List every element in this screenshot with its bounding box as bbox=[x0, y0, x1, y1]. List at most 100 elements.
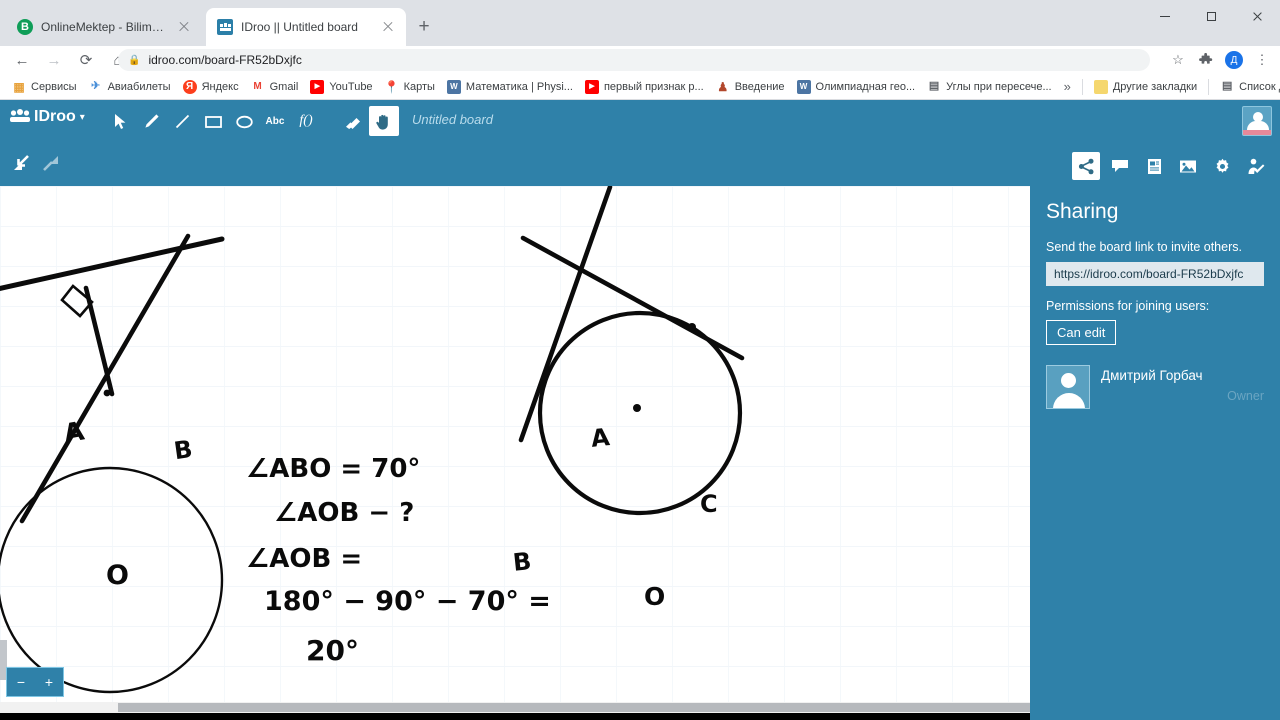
vk-icon: W bbox=[446, 79, 461, 94]
user-info: Дмитрий Горбач Owner bbox=[1101, 365, 1264, 403]
bookmark-label: Математика | Physi... bbox=[465, 80, 573, 93]
tab-title: OnlineMektep - BilimLand bbox=[41, 20, 168, 34]
youtube-icon: ▶ bbox=[310, 79, 325, 94]
divider bbox=[1081, 78, 1083, 95]
whiteboard-drawing bbox=[0, 186, 745, 694]
bookmark-label: Другие закладки bbox=[1112, 80, 1198, 93]
presenter-icon[interactable] bbox=[1242, 152, 1270, 180]
browser-tab-bilimland[interactable]: B OnlineMektep - BilimLand bbox=[6, 8, 202, 46]
list-item: Дмитрий Горбач Owner bbox=[1046, 365, 1264, 409]
annotation-line-1: ∠ABO = 70° bbox=[246, 454, 421, 484]
bookmark-yandex[interactable]: Я Яндекс bbox=[177, 78, 245, 96]
three-dot-menu-icon[interactable]: ⋮ bbox=[1250, 49, 1274, 71]
annotation-line-3: ∠AOB = bbox=[246, 544, 363, 574]
collapse-down-left-icon[interactable] bbox=[8, 150, 34, 176]
bookmark-servisy[interactable]: ▦ Сервисы bbox=[6, 78, 83, 96]
left-figure bbox=[0, 233, 225, 694]
share-icon[interactable] bbox=[1072, 152, 1100, 180]
zoom-out-button[interactable]: − bbox=[9, 674, 33, 690]
settings-gear-icon[interactable] bbox=[1208, 152, 1236, 180]
minimize-icon[interactable] bbox=[1142, 0, 1188, 32]
bookmark-youtube[interactable]: ▶ YouTube bbox=[304, 78, 378, 96]
document-icon[interactable] bbox=[1140, 152, 1168, 180]
close-icon[interactable] bbox=[1234, 0, 1280, 32]
function-icon: f() bbox=[299, 113, 313, 128]
browser-window: B OnlineMektep - BilimLand IDroo || Unti… bbox=[0, 0, 1280, 720]
yandex-icon: Я bbox=[182, 79, 197, 94]
bookmark-label: Сервисы bbox=[31, 80, 77, 93]
label-right-O: O bbox=[644, 582, 666, 611]
ellipse-tool[interactable] bbox=[229, 106, 259, 136]
window-controls bbox=[1142, 0, 1280, 32]
bookmark-vvedenie[interactable]: ♟ Введение bbox=[710, 78, 791, 96]
reload-icon[interactable]: ⟳ bbox=[72, 46, 100, 74]
chat-icon[interactable] bbox=[1106, 152, 1134, 180]
forward-arrow-icon[interactable]: → bbox=[40, 46, 68, 74]
board-action-icons bbox=[1072, 152, 1270, 180]
zoom-controls: − + bbox=[6, 667, 64, 697]
rectangle-tool[interactable] bbox=[198, 106, 228, 136]
board-link-field[interactable]: https://idroo.com/board-FR52bDxjfc bbox=[1046, 262, 1264, 286]
idroo-people-icon bbox=[10, 108, 30, 126]
profile-avatar[interactable]: Д bbox=[1222, 49, 1246, 71]
reading-list-icon: ▤ bbox=[1221, 80, 1233, 92]
permissions-dropdown[interactable]: Can edit bbox=[1046, 320, 1117, 345]
label-right-B: B bbox=[511, 547, 533, 577]
bookmark-label: Карты bbox=[403, 80, 435, 93]
star-icon[interactable]: ☆ bbox=[1166, 49, 1190, 71]
address-bar[interactable]: 🔒 idroo.com/board-FR52bDxjfc bbox=[118, 49, 1150, 71]
site-icon: ♟ bbox=[717, 79, 729, 94]
annotation-line-5: 20° bbox=[306, 634, 359, 667]
drawing-tools: Abc f() bbox=[105, 100, 399, 142]
bookmark-label: Яндекс bbox=[201, 80, 239, 93]
bookmark-karty[interactable]: 📍 Карты bbox=[379, 78, 441, 96]
bookmark-ugly-pri-peresech[interactable]: ▤ Углы при пересече... bbox=[921, 78, 1058, 96]
avatar-band bbox=[1243, 130, 1271, 135]
abc-text-icon: Abc bbox=[265, 115, 285, 127]
pan-tool[interactable] bbox=[369, 106, 399, 136]
new-tab-button[interactable]: + bbox=[412, 16, 436, 40]
other-bookmarks-folder[interactable]: Другие закладки bbox=[1088, 78, 1203, 96]
puzzle-icon[interactable] bbox=[1194, 49, 1218, 71]
user-avatar-icon[interactable] bbox=[1242, 106, 1272, 136]
profile-initial: Д bbox=[1225, 51, 1243, 69]
line-tool[interactable] bbox=[167, 106, 197, 136]
maps-pin-icon: 📍 bbox=[384, 79, 400, 94]
idroo-brand-label: IDroo bbox=[34, 108, 76, 125]
eraser-tool[interactable] bbox=[338, 106, 368, 136]
maximize-icon[interactable] bbox=[1188, 0, 1234, 32]
bookmark-matematika[interactable]: W Математика | Physi... bbox=[441, 78, 579, 96]
chevron-down-icon[interactable]: ▾ bbox=[80, 112, 85, 123]
horizontal-scrollbar-thumb[interactable] bbox=[118, 703, 1030, 712]
select-tool[interactable] bbox=[105, 106, 135, 136]
expand-up-right-icon[interactable] bbox=[38, 150, 64, 176]
bookmarks-overflow-button[interactable]: » bbox=[1058, 77, 1077, 96]
bookmark-aviabilety[interactable]: ✈ Авиабилеты bbox=[83, 78, 177, 96]
label-left-B: B bbox=[172, 434, 195, 466]
bookmark-perviy-priznak[interactable]: ▶ первый признак р... bbox=[579, 78, 710, 96]
image-icon[interactable] bbox=[1174, 152, 1202, 180]
browser-tab-idroo[interactable]: IDroo || Untitled board bbox=[206, 8, 406, 46]
user-name: Дмитрий Горбач bbox=[1101, 368, 1203, 383]
back-arrow-icon[interactable]: ← bbox=[8, 46, 36, 74]
reading-list-button[interactable]: ▤ Список для чтения bbox=[1214, 78, 1280, 96]
user-avatar-icon bbox=[1046, 365, 1090, 409]
note-icon: ▤ bbox=[928, 80, 940, 92]
idroo-logo-menu[interactable]: IDroo ▾ bbox=[10, 108, 85, 126]
zoom-in-button[interactable]: + bbox=[37, 674, 61, 690]
browser-toolbar: ← → ⟳ ⌂ 🔒 idroo.com/board-FR52bDxjfc ☆ Д… bbox=[0, 46, 1280, 74]
label-right-A: A bbox=[589, 423, 611, 453]
board-title[interactable]: Untitled board bbox=[412, 112, 493, 127]
sharing-subtitle: Send the board link to invite others. bbox=[1046, 240, 1242, 254]
lock-icon: 🔒 bbox=[128, 54, 141, 66]
idroo-toolbar: IDroo ▾ Abc f() Untitled board bbox=[0, 100, 1280, 142]
tab-close-icon[interactable] bbox=[380, 19, 396, 35]
tab-close-icon[interactable] bbox=[176, 19, 192, 35]
whiteboard-canvas[interactable]: A B O A B C O ∠ABO = 70° ∠AOB − ? ∠AOB =… bbox=[0, 186, 1030, 702]
formula-tool[interactable]: f() bbox=[291, 106, 321, 136]
vk-icon: W bbox=[796, 79, 811, 94]
bookmark-olimpiadnaya-geo[interactable]: W Олимпиадная гео... bbox=[791, 78, 922, 96]
pencil-tool[interactable] bbox=[136, 106, 166, 136]
bookmark-gmail[interactable]: M Gmail bbox=[245, 78, 305, 96]
text-tool[interactable]: Abc bbox=[260, 106, 290, 136]
